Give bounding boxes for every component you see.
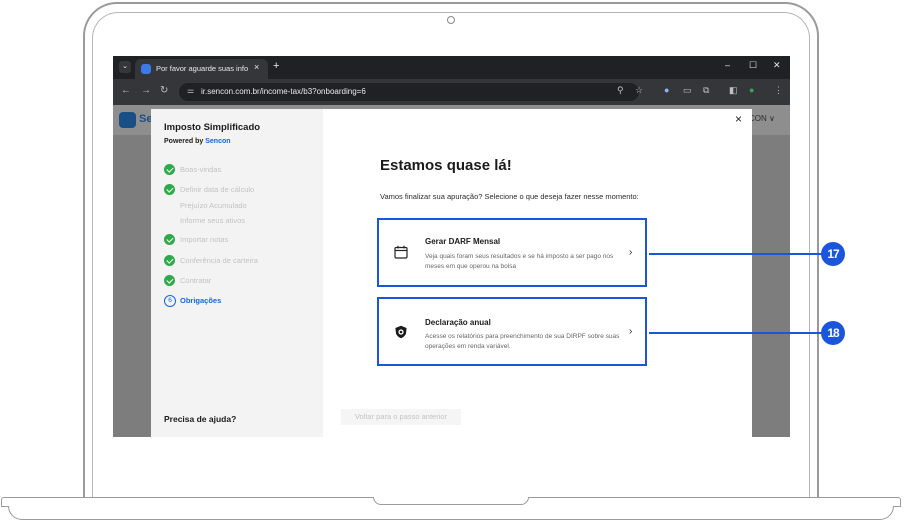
- modal-instruction: Vamos finalizar sua apuração? Selecione …: [380, 192, 639, 201]
- webcam-icon: [447, 16, 455, 24]
- option-description: Veja quais foram seus resultados e se há…: [425, 253, 614, 270]
- option-description: Acesse os relatórios para preenchimento …: [425, 333, 620, 350]
- back-step-button[interactable]: Voltar para o passo anterior: [341, 409, 461, 425]
- url-text: ir.sencon.com.br/income-tax/b3?onboardin…: [201, 87, 366, 96]
- option-title: Declaração anual: [425, 318, 491, 327]
- option-title: Gerar DARF Mensal: [425, 237, 501, 246]
- browser-menu-icon[interactable]: ⋮: [774, 85, 783, 96]
- step-label: Conferência de carteira: [180, 256, 258, 265]
- step-label: Definir data de cálculo: [180, 185, 255, 194]
- callout-line-18: [649, 332, 825, 334]
- tab-favicon-icon: [141, 64, 151, 74]
- onboarding-modal: Imposto Simplificado Powered by Sencon B…: [151, 109, 752, 437]
- help-link[interactable]: Precisa de ajuda?: [164, 414, 236, 424]
- extensions-puzzle-icon[interactable]: ⧉: [703, 85, 709, 96]
- option-gerar-darf[interactable]: Gerar DARF Mensal Veja quais foram seus …: [377, 218, 647, 287]
- browser-tab[interactable]: Por favor aguarde suas informa... ×: [135, 59, 268, 79]
- lion-logo-icon: [395, 325, 407, 339]
- step-label: Importar notas: [180, 235, 229, 244]
- tab-title: Por favor aguarde suas informa...: [156, 64, 248, 73]
- address-bar[interactable]: ⚌ ir.sencon.com.br/income-tax/b3?onboard…: [179, 83, 639, 101]
- new-tab-button[interactable]: +: [273, 60, 279, 72]
- minimize-button[interactable]: –: [725, 60, 730, 70]
- calendar-icon: [394, 245, 408, 259]
- bookmark-star-icon[interactable]: ☆: [635, 85, 643, 96]
- user-menu[interactable]: CON ∨: [749, 114, 775, 123]
- powered-by: Powered by Sencon: [164, 138, 231, 145]
- chevron-right-icon: ›: [629, 247, 633, 258]
- zoom-icon[interactable]: ⚲: [617, 85, 624, 96]
- reload-icon[interactable]: ↻: [160, 85, 168, 96]
- check-icon: [164, 234, 175, 245]
- step-number-badge: 6: [164, 295, 176, 307]
- laptop-notch: [373, 497, 529, 505]
- close-modal-icon[interactable]: ×: [735, 112, 742, 126]
- laptop-screen: ⌄ Por favor aguarde suas informa... × + …: [113, 56, 790, 437]
- callout-line-17: [649, 253, 825, 255]
- check-icon: [164, 184, 175, 195]
- callout-badge-17: 17: [821, 242, 845, 266]
- laptop-base-bottom: [8, 506, 894, 520]
- site-info-icon[interactable]: ⚌: [187, 86, 194, 95]
- browser-toolbar: ← → ↻ ⚌ ir.sencon.com.br/income-tax/b3?o…: [113, 79, 790, 105]
- extension-icon[interactable]: ●: [664, 85, 669, 95]
- profile-avatar-icon[interactable]: ●: [749, 85, 754, 95]
- step-label: Boas-vindas: [180, 165, 222, 174]
- sidebar-title: Imposto Simplificado: [164, 122, 261, 133]
- callout-badge-18: 18: [821, 321, 845, 345]
- maximize-button[interactable]: ☐: [749, 60, 757, 71]
- side-panel-icon[interactable]: ◧: [729, 85, 738, 96]
- chevron-right-icon: ›: [629, 326, 633, 337]
- option-declaracao-anual[interactable]: Declaração anual Acesse os relatórios pa…: [377, 297, 647, 366]
- modal-sidebar: Imposto Simplificado Powered by Sencon B…: [151, 109, 323, 437]
- modal-heading: Estamos quase lá!: [380, 157, 512, 174]
- close-window-button[interactable]: ✕: [773, 60, 781, 71]
- cast-icon[interactable]: ▭: [683, 85, 692, 96]
- tab-close-icon[interactable]: ×: [254, 62, 259, 72]
- check-icon: [164, 275, 175, 286]
- check-icon: [164, 164, 175, 175]
- powered-by-brand: Sencon: [205, 138, 231, 145]
- back-icon[interactable]: ←: [121, 85, 131, 96]
- sencon-logo-icon: [119, 112, 136, 128]
- substep-prejuizo: Prejuízo Acumulado: [180, 201, 247, 210]
- tab-search-icon[interactable]: ⌄: [119, 61, 131, 73]
- forward-icon[interactable]: →: [141, 85, 151, 96]
- browser-tab-bar: ⌄ Por favor aguarde suas informa... × + …: [113, 56, 790, 79]
- powered-by-label: Powered by: [164, 138, 204, 145]
- substep-informe-ativos: Informe seus ativos: [180, 216, 246, 225]
- step-label: Contratar: [180, 276, 212, 285]
- check-icon: [164, 255, 175, 266]
- step-label: Obrigações: [180, 296, 222, 305]
